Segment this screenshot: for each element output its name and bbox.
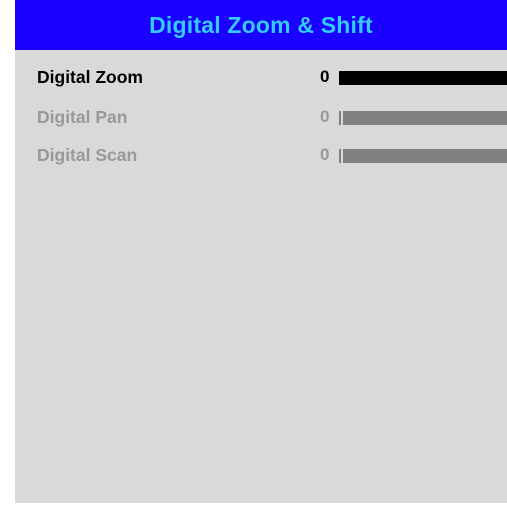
menu-item-label: Digital Scan [37,145,138,165]
osd-menu-panel: Digital Zoom & Shift Digital Zoom 0 Digi… [15,0,507,503]
digital-scan-slider[interactable] [339,149,507,163]
title-bar: Digital Zoom & Shift [15,0,507,50]
menu-item-digital-pan[interactable]: Digital Pan 0 [15,104,507,130]
menu-item-value: 0 [320,67,330,86]
menu-item-digital-zoom[interactable]: Digital Zoom 0 [15,64,507,90]
page-title: Digital Zoom & Shift [149,11,373,38]
digital-zoom-slider[interactable] [339,71,507,85]
menu-item-value: 0 [320,107,330,126]
digital-pan-slider[interactable] [339,111,507,125]
menu-item-label: Digital Pan [37,107,128,127]
menu-item-value: 0 [320,145,330,164]
menu-item-label: Digital Zoom [37,67,143,87]
menu-item-digital-scan[interactable]: Digital Scan 0 [15,142,507,168]
